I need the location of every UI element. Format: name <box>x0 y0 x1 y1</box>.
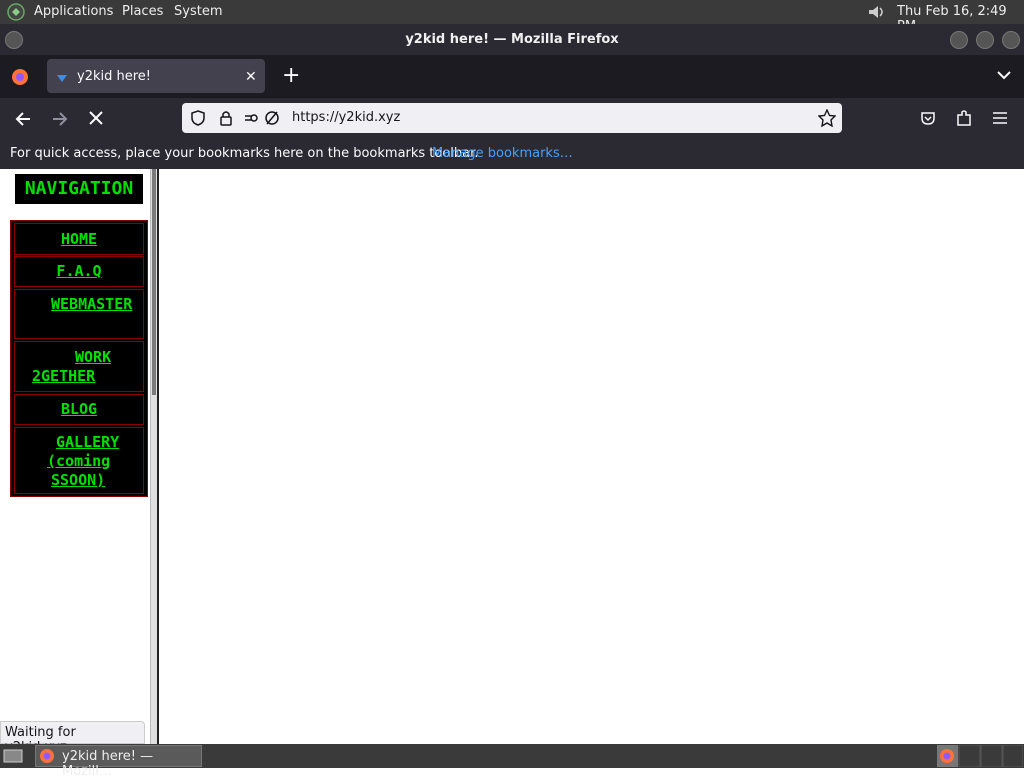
nav-link-label: 2GETHER <box>32 367 96 385</box>
shield-icon[interactable] <box>190 110 206 130</box>
nav-link-label: BLOG <box>60 400 98 418</box>
url-bar[interactable]: https://y2kid.xyz <box>182 103 842 133</box>
close-window-button[interactable] <box>1002 31 1020 49</box>
volume-icon[interactable] <box>866 3 888 25</box>
minimize-button[interactable] <box>950 31 968 49</box>
nav-link-label: GALLERY <box>56 433 120 451</box>
nav-frame: NAVIGATION HOME F.A.Q WEBMASTER WORK 2GE… <box>0 169 150 744</box>
tab-bar: y2kid here! ✕ + <box>0 55 1024 98</box>
bookmark-star-icon[interactable] <box>817 108 837 131</box>
nav-link-gallery[interactable]: GALLERY (coming SSOON) <box>14 427 144 494</box>
nav-link-faq[interactable]: F.A.Q <box>14 256 144 287</box>
firefox-view-icon[interactable] <box>10 67 30 91</box>
tab-favicon-icon <box>57 72 67 87</box>
places-menu[interactable]: Places <box>122 4 163 19</box>
show-desktop-icon[interactable] <box>3 748 23 768</box>
top-panel: Applications Places System Thu Feb 16, 2… <box>0 0 1024 34</box>
lock-icon[interactable] <box>219 110 233 130</box>
nav-title: NAVIGATION <box>15 174 143 204</box>
navigation-toolbar: https://y2kid.xyz <box>0 98 1024 140</box>
taskbar-window-label: y2kid here! — Mozill… <box>62 749 154 779</box>
bottom-taskbar: y2kid here! — Mozill… <box>0 744 1024 779</box>
gnome-foot-icon[interactable] <box>6 3 26 25</box>
firefox-icon <box>39 748 55 768</box>
nav-link-label: (coming <box>47 452 111 470</box>
nav-link-label: WEBMASTER <box>51 295 133 313</box>
nav-link-label: SSOON) <box>51 471 106 489</box>
status-panel: Waiting for y2kid.xyz… <box>0 721 145 755</box>
nav-link-webmaster[interactable]: WEBMASTER <box>14 289 144 339</box>
applications-menu[interactable]: Applications <box>34 4 113 19</box>
new-tab-icon[interactable]: + <box>282 63 300 88</box>
stop-loading-icon[interactable] <box>88 110 104 130</box>
main-frame <box>160 169 1024 744</box>
nav-link-blog[interactable]: BLOG <box>14 394 144 425</box>
system-menu[interactable]: System <box>174 4 222 19</box>
manage-bookmarks-link[interactable]: Manage bookmarks… <box>432 146 573 161</box>
pocket-icon[interactable] <box>920 110 936 130</box>
window-titlebar[interactable]: y2kid here! — Mozilla Firefox <box>0 24 1024 55</box>
tab-y2kid[interactable]: y2kid here! ✕ <box>47 59 265 93</box>
nav-link-label: F.A.Q <box>56 262 102 280</box>
bookmarks-message: For quick access, place your bookmarks h… <box>10 146 479 161</box>
workspace-switcher[interactable] <box>937 744 1024 768</box>
nav-link-home[interactable]: HOME <box>14 223 144 255</box>
list-all-tabs-icon[interactable] <box>996 67 1012 87</box>
page-content: NAVIGATION HOME F.A.Q WEBMASTER WORK 2GE… <box>0 169 1024 744</box>
nav-link-label: HOME <box>60 230 98 248</box>
bookmarks-toolbar: For quick access, place your bookmarks h… <box>0 140 1024 169</box>
window-title: y2kid here! — Mozilla Firefox <box>405 32 619 47</box>
maximize-button[interactable] <box>976 31 994 49</box>
close-tab-icon[interactable]: ✕ <box>245 69 257 85</box>
hamburger-menu-icon[interactable] <box>992 110 1008 130</box>
extensions-icon[interactable] <box>956 109 972 131</box>
back-arrow-icon[interactable] <box>14 110 32 132</box>
taskbar-window-button[interactable]: y2kid here! — Mozill… <box>35 745 202 779</box>
permissions-icon[interactable] <box>244 110 280 130</box>
nav-link-work2gether[interactable]: WORK 2GETHER <box>14 341 144 392</box>
nav-table: HOME F.A.Q WEBMASTER WORK 2GETHER BLOG G… <box>10 220 148 497</box>
tab-label: y2kid here! <box>77 69 151 84</box>
frame-scrollbar[interactable] <box>152 169 156 395</box>
forward-arrow-icon[interactable] <box>51 110 69 132</box>
nav-link-label: WORK <box>75 348 112 366</box>
url-text[interactable]: https://y2kid.xyz <box>292 110 400 125</box>
